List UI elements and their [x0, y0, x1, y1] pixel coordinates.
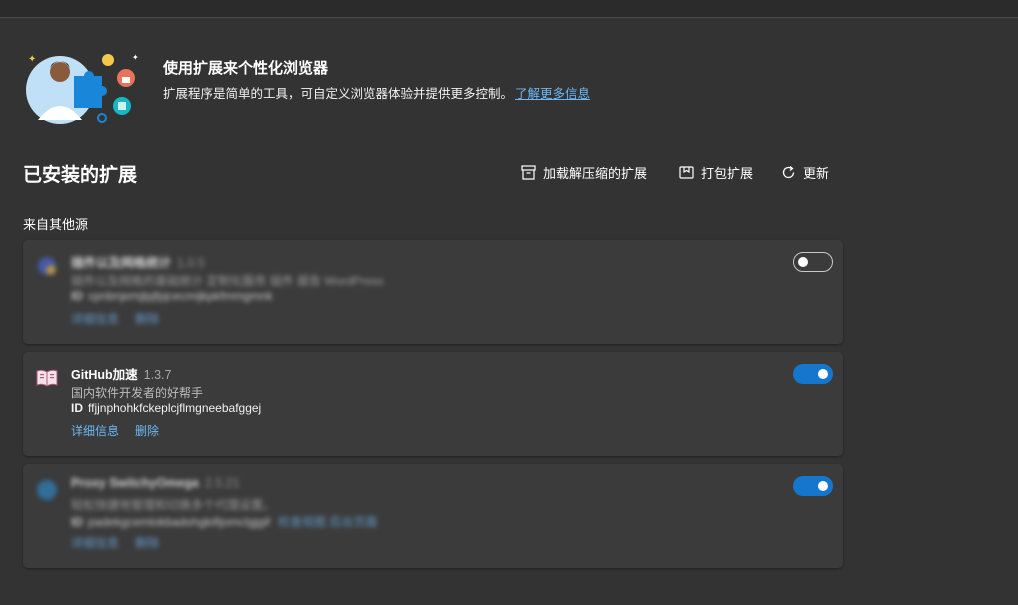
update-button[interactable]: 更新: [780, 163, 829, 182]
load-unpacked-button[interactable]: 加载解压缩的扩展: [520, 163, 647, 182]
toggle-knob: [798, 257, 808, 267]
package-icon: [678, 164, 695, 181]
pack-extension-button[interactable]: 打包扩展: [678, 163, 753, 182]
browser-top-bar: [0, 0, 1018, 18]
extension-description: 轻松快捷地管理和切换多个代理设置。: [71, 498, 276, 512]
extension-name: 插件以及网格统计 1.0.5: [71, 252, 205, 271]
book-icon: [35, 366, 59, 390]
extension-card: Proxy SwitchyOmega 2.5.21 轻松快捷地管理和切换多个代理设…: [23, 464, 843, 568]
extension-id-value: padekgcemlokbadohgkifijomclgjgif: [88, 515, 271, 529]
extension-name-text: Proxy SwitchyOmega: [71, 476, 199, 490]
extension-name-text: GitHub加速: [71, 368, 138, 382]
extensions-hero-illustration: ✦ ✦: [22, 50, 140, 128]
hero-title: 使用扩展来个性化浏览器: [163, 60, 329, 77]
update-label: 更新: [803, 166, 830, 181]
generic-extension-icon: [35, 254, 59, 278]
extension-id-value: cpnbnjemjlpjfpjcecmijkpkfmmgmnk: [88, 289, 273, 303]
learn-more-link[interactable]: 了解更多信息: [515, 87, 590, 101]
load-unpacked-label: 加载解压缩的扩展: [543, 166, 648, 181]
extension-version: 1.3.7: [143, 368, 172, 382]
details-link[interactable]: 详细信息: [71, 422, 119, 439]
remove-link[interactable]: 删除: [135, 310, 159, 327]
extension-links: 详细信息 删除: [71, 422, 159, 439]
extension-id-label: ID: [71, 401, 83, 415]
extension-id: ID cpnbnjemjlpjfpjcecmijkpkfmmgmnk: [71, 289, 273, 303]
details-link[interactable]: 详细信息: [71, 310, 119, 327]
extension-version: 1.0.5: [177, 256, 205, 270]
extension-description: 国内软件开发者的好帮手: [71, 386, 204, 400]
proxy-icon: [35, 478, 59, 502]
extension-id-label: ID: [71, 515, 83, 529]
refresh-icon: [780, 164, 797, 181]
svg-text:✦: ✦: [132, 53, 139, 62]
extension-name-text: 插件以及网格统计: [71, 256, 172, 270]
extension-version: 2.5.21: [204, 476, 240, 490]
extension-id-value: ffjjnphohkfckeplcjflmgneebafggej: [88, 401, 262, 415]
extension-card-github-accelerator: GitHub加速 1.3.7 国内软件开发者的好帮手 ID ffjjnphohkfc…: [23, 352, 843, 456]
remove-link[interactable]: 删除: [135, 534, 159, 551]
hero-description: 扩展程序是简单的工具，可自定义浏览器体验并提供更多控制。 了解更多信息: [163, 83, 590, 102]
extension-id: ID ffjjnphohkfckeplcjflmgneebafggej: [71, 401, 261, 415]
extension-name: Proxy SwitchyOmega 2.5.21: [71, 476, 240, 490]
pack-extension-label: 打包扩展: [701, 166, 754, 181]
extension-toggle[interactable]: [793, 476, 833, 496]
archive-icon: [520, 164, 537, 181]
toggle-knob: [818, 481, 828, 491]
other-sources-heading: 来自其他源: [23, 217, 89, 232]
remove-link[interactable]: 删除: [135, 422, 159, 439]
extension-id-label: ID: [71, 289, 83, 303]
extension-name: GitHub加速 1.3.7: [71, 364, 171, 383]
extension-id: ID padekgcemlokbadohgkifijomclgjgif 检查视图 后…: [71, 513, 377, 530]
extension-card: 插件以及网格统计 1.0.5 插件以及网格的基础统计 定制化服务 插件 报告 Wo…: [23, 240, 843, 344]
installed-extensions-title: 已安装的扩展: [23, 165, 138, 186]
svg-text:✦: ✦: [28, 54, 36, 65]
extension-toggle[interactable]: [793, 364, 833, 384]
extension-links: 详细信息 删除: [71, 534, 159, 551]
inspect-views-link[interactable]: 检查视图 后台页面: [278, 515, 377, 529]
details-link[interactable]: 详细信息: [71, 534, 119, 551]
toggle-knob: [818, 369, 828, 379]
hero-description-text: 扩展程序是简单的工具，可自定义浏览器体验并提供更多控制。: [163, 87, 514, 101]
extension-links: 详细信息 删除: [71, 310, 159, 327]
extension-toggle[interactable]: [793, 252, 833, 272]
extension-description: 插件以及网格的基础统计 定制化服务 插件 报告 WordPress: [71, 274, 384, 288]
